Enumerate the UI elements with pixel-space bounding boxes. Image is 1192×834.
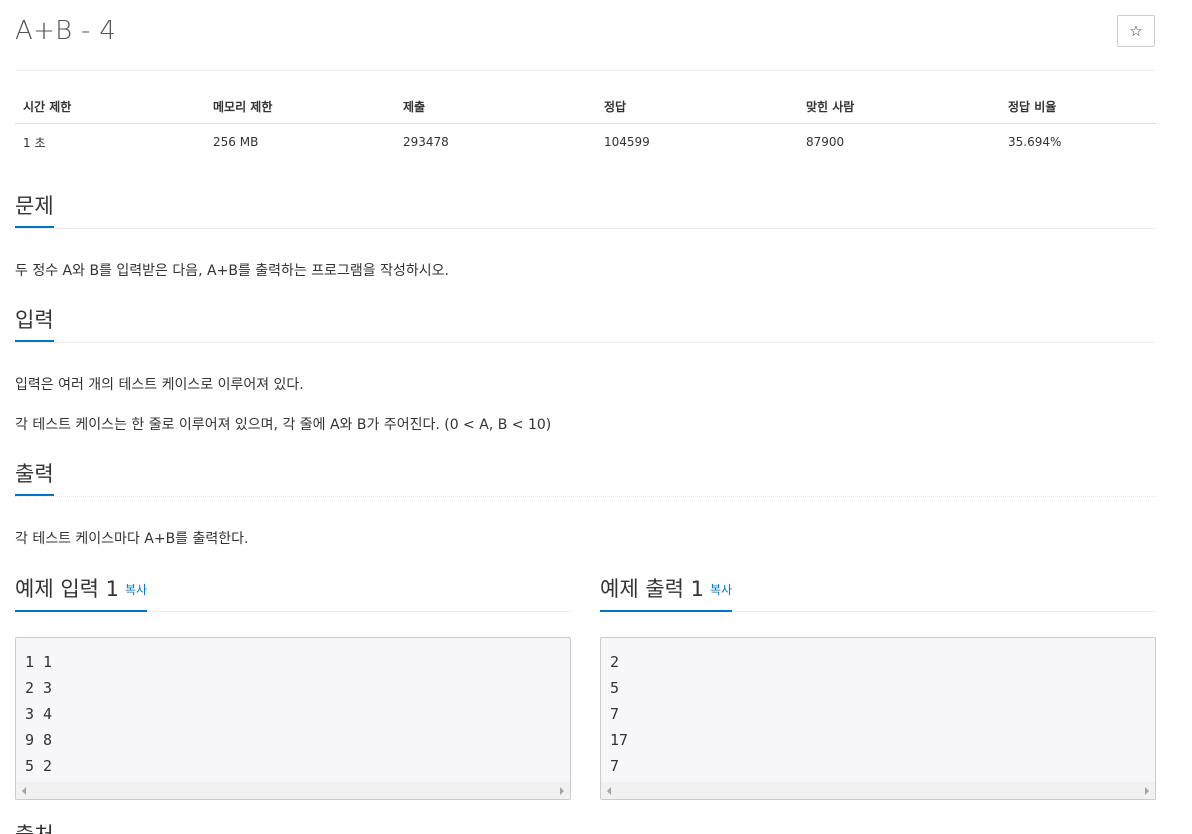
sample-output-scrollbar[interactable] xyxy=(601,782,1155,799)
input-description-line-2: 각 테스트 케이스는 한 줄로 이루어져 있으며, 각 줄에 A와 B가 주어진… xyxy=(15,417,552,433)
info-value-solvers: 87900 xyxy=(806,135,845,149)
sample-input-title: 예제 입력 1 복사 xyxy=(15,572,148,612)
info-header-accepted: 정답 xyxy=(596,89,798,124)
info-header-ratio: 정답 비율 xyxy=(1000,89,1156,124)
info-value-row: 1 초 256 MB 293478 104599 87900 35.694% xyxy=(15,124,1156,161)
problem-section-title: 문제 xyxy=(15,193,54,228)
info-header-row: 시간 제한 메모리 제한 제출 정답 맞힌 사람 정답 비율 xyxy=(15,89,1156,124)
info-header-submissions: 제출 xyxy=(395,89,596,124)
scroll-left-arrow-icon[interactable] xyxy=(22,787,26,795)
problem-section: 문제 두 정수 A와 B를 입력받은 다음, A+B를 출력하는 프로그램을 작… xyxy=(15,193,1156,279)
scroll-left-arrow-icon[interactable] xyxy=(607,787,611,795)
scroll-right-arrow-icon[interactable] xyxy=(560,787,564,795)
star-icon: ☆ xyxy=(1129,22,1143,40)
sample-output-box[interactable]: 2 5 7 17 7 xyxy=(600,637,1156,800)
input-section: 입력 입력은 여러 개의 테스트 케이스로 이루어져 있다. 각 테스트 케이스… xyxy=(15,307,1156,433)
output-section-title: 출력 xyxy=(15,461,54,496)
info-value-submissions: 293478 xyxy=(403,135,449,149)
sample-output-title: 예제 출력 1 복사 xyxy=(600,572,733,612)
problem-description: 두 정수 A와 B를 입력받은 다음, A+B를 출력하는 프로그램을 작성하시… xyxy=(15,263,449,279)
sample-output-title-text: 예제 출력 1 xyxy=(600,577,704,601)
info-header-solvers: 맞힌 사람 xyxy=(798,89,1000,124)
input-description-line-1: 입력은 여러 개의 테스트 케이스로 이루어져 있다. xyxy=(15,377,304,393)
sample-output-copy-link[interactable]: 복사 xyxy=(710,583,732,597)
sample-input-scrollbar[interactable] xyxy=(16,782,570,799)
sample-input-head: 예제 입력 1 복사 xyxy=(15,572,571,612)
title-row: A+B - 4 ☆ xyxy=(15,0,1156,71)
info-value-accepted: 104599 xyxy=(604,135,650,149)
scroll-right-arrow-icon[interactable] xyxy=(1145,787,1149,795)
sample-output-head: 예제 출력 1 복사 xyxy=(600,572,1156,612)
info-header-memory-limit: 메모리 제한 xyxy=(205,89,395,124)
sample-output-panel: 예제 출력 1 복사 2 5 7 17 7 xyxy=(600,572,1156,800)
output-description: 각 테스트 케이스마다 A+B를 출력한다. xyxy=(15,531,249,547)
page-title: A+B - 4 xyxy=(15,16,117,46)
info-value-memory-limit: 256 MB xyxy=(213,135,259,149)
sample-input-box[interactable]: 1 1 2 3 3 4 9 8 5 2 xyxy=(15,637,571,800)
info-value-time-limit: 1 초 xyxy=(23,135,46,150)
sample-input-title-text: 예제 입력 1 xyxy=(15,577,119,601)
sample-output-content: 2 5 7 17 7 xyxy=(610,653,629,775)
sample-input-content: 1 1 2 3 3 4 9 8 5 2 xyxy=(25,653,53,775)
output-section: 출력 각 테스트 케이스마다 A+B를 출력한다. xyxy=(15,461,1156,547)
output-section-head: 출력 xyxy=(15,461,1156,497)
problem-info-table: 시간 제한 메모리 제한 제출 정답 맞힌 사람 정답 비율 1 초 256 M… xyxy=(15,89,1156,160)
info-value-ratio: 35.694% xyxy=(1008,135,1062,149)
input-section-head: 입력 xyxy=(15,307,1156,343)
sample-input-panel: 예제 입력 1 복사 1 1 2 3 3 4 9 8 5 2 xyxy=(15,572,571,800)
sample-input-copy-link[interactable]: 복사 xyxy=(125,583,147,597)
problem-section-head: 문제 xyxy=(15,193,1156,229)
input-section-title: 입력 xyxy=(15,307,54,342)
favorite-button[interactable]: ☆ xyxy=(1117,15,1155,47)
info-header-time-limit: 시간 제한 xyxy=(15,89,205,124)
source-section-title: 출처 xyxy=(15,822,54,834)
problem-page: A+B - 4 ☆ 시간 제한 메모리 제한 제출 정답 맞힌 사람 정답 비율… xyxy=(0,0,1192,834)
